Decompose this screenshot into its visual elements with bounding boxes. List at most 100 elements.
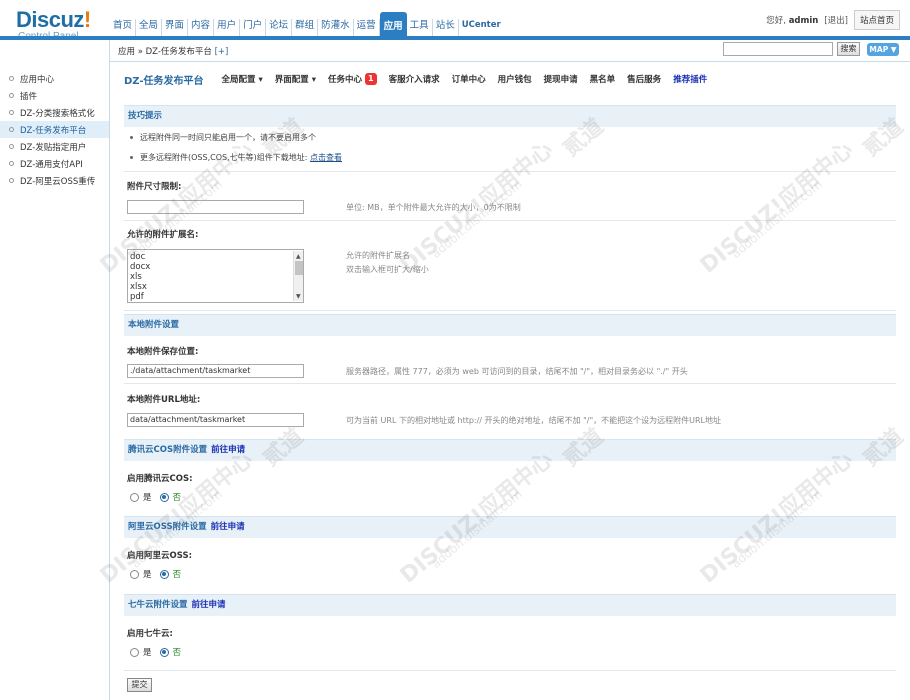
nav-item[interactable]: 群组 <box>292 19 319 36</box>
nav-item[interactable]: 用户 <box>214 19 241 36</box>
local-path-label: 本地附件保存位置: <box>127 347 199 357</box>
nav-item[interactable]: 工具 <box>407 19 433 36</box>
cos-header: 腾讯云COS附件设置 前往申请 <box>124 439 896 461</box>
sidebar-item-label: 应用中心 <box>20 74 55 85</box>
site-home-button[interactable]: 站点首页 <box>853 10 900 30</box>
top-header: Discuz! Control Panel 首页全局界面内容用户门户论坛群组防灌… <box>0 0 910 42</box>
oss-label: 启用阿里云OSS: <box>127 551 192 561</box>
qiniu-label: 启用七牛云: <box>127 629 173 639</box>
sidebar-item-label: DZ-阿里云OSS重传 <box>20 176 96 187</box>
local-path-help: 服务器路径，属性 777，必须为 web 可访问到的目录，结尾不加 "/"，相对… <box>346 367 688 376</box>
sidebar-item[interactable]: DZ-任务发布平台 <box>0 121 109 138</box>
divider <box>124 220 896 221</box>
user-bar: 您好, admin [退出] 站点首页 <box>766 10 900 30</box>
plugin-tab[interactable]: 售后服务 <box>627 73 661 85</box>
size-limit-help: 单位: MB，单个附件最大允许的大小，0为不限制 <box>346 203 521 212</box>
oss-yes-label: 是 <box>143 570 152 580</box>
local-path-input[interactable]: ./data/attachment/taskmarket <box>127 364 304 378</box>
search-input[interactable] <box>723 42 833 56</box>
divider <box>124 171 896 172</box>
download-link[interactable]: 点击查看 <box>310 152 342 163</box>
nav-item[interactable]: UCenter <box>459 19 504 36</box>
ext-label: 允许的附件扩展名: <box>127 230 199 240</box>
nav-item[interactable]: 门户 <box>240 19 267 36</box>
plugin-tab[interactable]: 任务中心 1 <box>328 73 377 85</box>
oss-yes-radio[interactable] <box>130 569 139 579</box>
add-favorite-button[interactable]: [+] <box>215 47 229 57</box>
sidebar-item[interactable]: DZ-通用支付API <box>0 155 109 172</box>
tips-header: 技巧提示 <box>124 105 896 127</box>
qiniu-yes-label: 是 <box>143 648 152 658</box>
divider <box>124 670 896 671</box>
cos-apply-link[interactable]: 前往申请 <box>211 445 245 455</box>
sidebar-item-label: DZ-分类搜索格式化 <box>20 108 95 119</box>
nav-item[interactable]: 论坛 <box>266 19 293 36</box>
map-button[interactable]: MAP ▼ <box>867 43 899 56</box>
ext-option: xls <box>130 272 142 282</box>
ext-option: pdf <box>130 292 144 302</box>
qiniu-apply-link[interactable]: 前往申请 <box>192 600 226 610</box>
sidebar-list: 应用中心插件 DZ-分类搜索格式化 DZ-任务发布平台 DZ-发贴指定用户 DZ-通用支… <box>0 70 109 189</box>
oss-no-label: 否 <box>172 570 182 580</box>
ext-scrollbar[interactable]: ▲ ▼ <box>293 251 303 301</box>
plugin-tab[interactable]: 黑名单 <box>590 73 616 85</box>
bullet-icon <box>9 161 14 166</box>
ext-option: docx <box>130 262 151 272</box>
plugin-tab[interactable]: 订单中心 <box>452 73 486 85</box>
ext-textarea[interactable]: doc docx xls xlsx pdf ▲ ▼ <box>127 249 304 303</box>
ext-option: xlsx <box>130 282 147 292</box>
oss-no-radio[interactable] <box>159 569 169 579</box>
sidebar-item[interactable]: DZ-分类搜索格式化 <box>0 104 109 121</box>
cos-no-label: 否 <box>172 493 182 503</box>
sidebar-item[interactable]: 应用中心 <box>0 70 109 87</box>
qiniu-header: 七牛云附件设置 前往申请 <box>124 594 896 616</box>
plugin-tab[interactable]: 用户钱包 <box>498 73 532 85</box>
nav-item[interactable]: 防灌水 <box>318 19 354 36</box>
plugin-tab[interactable]: 推荐插件 <box>673 73 707 85</box>
nav-item[interactable]: 应用 <box>379 12 407 36</box>
plugin-tab[interactable]: 界面配置 ▾ <box>275 73 316 85</box>
cos-yes-radio[interactable] <box>130 492 139 502</box>
plugin-tab[interactable]: 提现申请 <box>544 73 578 85</box>
size-limit-input[interactable] <box>127 200 304 214</box>
nav-item[interactable]: 运营 <box>354 19 380 36</box>
cos-radio-group: 是 否 <box>130 491 189 503</box>
local-url-help: 可为当前 URL 下的相对地址或 http:// 开头的绝对地址，结尾不加 "/… <box>346 416 722 425</box>
plugin-tab[interactable]: 客服介入请求 <box>389 73 440 85</box>
sidebar-item-label: DZ-发贴指定用户 <box>20 142 87 153</box>
logout-link[interactable]: [退出] <box>824 14 848 26</box>
size-limit-label: 附件尺寸限制: <box>127 182 182 192</box>
bullet-icon <box>9 178 14 183</box>
qiniu-no-label: 否 <box>172 648 182 658</box>
submit-button[interactable]: 提交 <box>127 678 152 692</box>
nav-item[interactable]: 内容 <box>188 19 215 36</box>
local-url-input[interactable]: data/attachment/taskmarket <box>127 413 304 427</box>
cos-no-radio[interactable] <box>159 492 169 502</box>
oss-apply-link[interactable]: 前往申请 <box>211 522 245 532</box>
sidebar-item[interactable]: DZ-阿里云OSS重传 <box>0 172 109 189</box>
bullet-icon <box>9 127 14 132</box>
sidebar-item[interactable]: DZ-发贴指定用户 <box>0 138 109 155</box>
top-nav: 首页 全局 界面 内容 用户 门户 论坛 群组 防灌水 运营 应用 工具 站长 UCenter <box>110 12 504 36</box>
qiniu-no-radio[interactable] <box>159 647 169 657</box>
nav-item[interactable]: 全局 <box>136 19 163 36</box>
cos-yes-label: 是 <box>143 493 152 503</box>
bullet-icon <box>9 144 14 149</box>
task-count-badge: 1 <box>365 73 377 85</box>
sidebar-item[interactable]: 插件 <box>0 87 109 104</box>
greeting: 您好, admin <box>766 16 819 26</box>
cos-label: 启用腾讯云COS: <box>127 474 193 484</box>
qiniu-yes-radio[interactable] <box>130 647 139 657</box>
search-button[interactable]: 搜索 <box>837 42 860 56</box>
username: admin <box>788 16 819 26</box>
local-header: 本地附件设置 <box>124 314 896 336</box>
plugin-tab[interactable]: 全局配置 ▾ <box>222 73 263 85</box>
plugin-tabs: DZ-任务发布平台 全局配置 ▾ 界面配置 ▾ 任务中心 1 客服介入请求 订单中心 用户钱… <box>111 62 910 96</box>
divider <box>124 383 896 384</box>
nav-item[interactable]: 站长 <box>433 19 459 36</box>
oss-header: 阿里云OSS附件设置 前往申请 <box>124 516 896 538</box>
nav-item[interactable]: 首页 <box>110 19 137 36</box>
sidebar-item-label: DZ-任务发布平台 <box>20 125 87 136</box>
nav-item[interactable]: 界面 <box>162 19 189 36</box>
bullet-icon <box>9 93 14 98</box>
